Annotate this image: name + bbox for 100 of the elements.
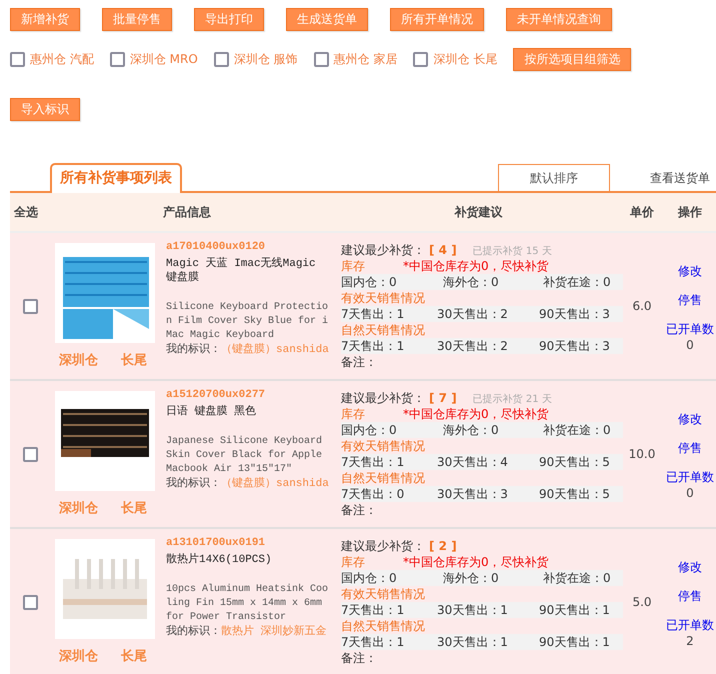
column-header[interactable]: 全选 xyxy=(10,204,55,220)
filter-label[interactable]: 惠州仓 家居 xyxy=(334,51,398,68)
stat-text: 7天售出：0 xyxy=(341,486,406,502)
action-link[interactable]: 修改 xyxy=(678,411,702,428)
action-link[interactable]: 停售 xyxy=(678,440,702,457)
toolbar-button[interactable]: 未开单情况查询 xyxy=(506,8,612,31)
stat-text: 7天售出：1 xyxy=(341,634,406,650)
filter-label[interactable]: 惠州仓 汽配 xyxy=(30,51,94,68)
order-count: 0 xyxy=(686,338,694,352)
stat-text: 30天售出：1 xyxy=(437,634,509,650)
product-title: 散热片14X6(10PCS) xyxy=(166,553,273,567)
stat-text: 90天售出：1 xyxy=(539,634,611,650)
product-description: Silicone Keyboard Protection Film Cover Sky Blue for iMac Magic Keyboard xyxy=(166,301,330,343)
action-link[interactable]: 已开单数 xyxy=(666,617,714,634)
sku-link[interactable]: a15120700ux0277 xyxy=(166,389,333,401)
filter-label[interactable]: 深圳仓 MRO xyxy=(130,51,198,68)
product-description: Japanese Silicone Keyboard Skin Cover Black for Apple Macbook Air 13"15"17" xyxy=(166,435,324,477)
suggest-label: 建议最少补货： xyxy=(341,539,425,553)
stat-text: 90天售出：5 xyxy=(539,454,611,470)
stat-text: 海外仓：0 xyxy=(443,274,500,290)
stat-text: 30天售出：4 xyxy=(437,454,509,470)
note-label: 备注： xyxy=(341,650,378,666)
warehouse-label: 深圳仓 xyxy=(59,352,98,369)
sort-button[interactable]: 默认排序 xyxy=(498,164,610,191)
reminder-text: 已提示补货 21 天 xyxy=(472,394,552,405)
action-link[interactable]: 已开单数 xyxy=(666,469,714,486)
section-label: 库存 xyxy=(341,554,366,570)
stat-text: 海外仓：0 xyxy=(443,570,500,586)
stat-text: 30天售出：2 xyxy=(437,338,509,354)
stat-text: 90天售出：3 xyxy=(539,306,611,322)
stat-text: 海外仓：0 xyxy=(443,422,500,438)
sku-link[interactable]: a17010400ux0120 xyxy=(166,241,333,253)
filter-button[interactable]: 按所选项目组筛选 xyxy=(513,48,632,71)
stat-text: 补货在途：0 xyxy=(543,274,612,290)
stat-text: 30天售出：3 xyxy=(437,486,509,502)
checkbox[interactable] xyxy=(10,52,25,67)
toolbar-button[interactable]: 所有开单情况 xyxy=(390,8,484,31)
checkbox[interactable] xyxy=(22,594,38,610)
checkbox[interactable] xyxy=(314,52,329,67)
checkbox[interactable] xyxy=(413,52,428,67)
stat-text: 30天售出：2 xyxy=(437,306,509,322)
price-text: 5.0 xyxy=(632,595,652,609)
price-text: 6.0 xyxy=(632,299,652,313)
checkbox[interactable] xyxy=(22,446,38,462)
suggest-quantity: [ 2 ] xyxy=(429,539,457,553)
group-label: 长尾 xyxy=(121,352,147,369)
toolbar-button[interactable]: 批量停售 xyxy=(102,8,172,31)
filter-label[interactable]: 深圳仓 服饰 xyxy=(234,51,298,68)
price-text: 10.0 xyxy=(628,447,656,461)
action-link[interactable]: 已开单数 xyxy=(666,321,714,338)
stat-text: 国内仓：0 xyxy=(341,570,398,586)
product-title: Magic 天蓝 Imac无线Magic 键盘膜 xyxy=(166,257,317,285)
import-button[interactable]: 导入标识 xyxy=(10,98,80,121)
section-label: 自然天销售情况 xyxy=(341,618,426,634)
action-link[interactable]: 修改 xyxy=(678,559,702,576)
checkbox[interactable] xyxy=(110,52,125,67)
section-label: 自然天销售情况 xyxy=(341,322,426,338)
action-link[interactable]: 停售 xyxy=(678,588,702,605)
warning-text: *中国仓库存为0，尽快补货 xyxy=(403,259,549,273)
checkbox[interactable] xyxy=(22,298,38,314)
group-label: 长尾 xyxy=(121,500,147,517)
toolbar-button[interactable]: 新增补货 xyxy=(10,8,80,31)
stat-text: 补货在途：0 xyxy=(543,570,612,586)
section-label: 有效天销售情况 xyxy=(341,290,426,306)
stat-text: 国内仓：0 xyxy=(341,422,398,438)
tab[interactable]: 所有补货事项列表 xyxy=(50,163,182,193)
tag-label: 我的标识： xyxy=(166,478,221,490)
suggest-label: 建议最少补货： xyxy=(341,391,425,405)
toolbar-button[interactable]: 导出打印 xyxy=(194,8,264,31)
column-header: 补货建议 xyxy=(454,204,502,220)
tag-value: 散热片 深圳妙新五金 xyxy=(221,626,327,638)
tag-label: 我的标识： xyxy=(166,626,221,638)
group-label: 长尾 xyxy=(121,648,147,665)
note-label: 备注： xyxy=(341,502,378,518)
action-link[interactable]: 停售 xyxy=(678,292,702,309)
reminder-text: 已提示补货 15 天 xyxy=(472,246,552,257)
stat-text: 90天售出：1 xyxy=(539,602,611,618)
stat-text: 30天售出：1 xyxy=(437,602,509,618)
filter-label[interactable]: 深圳仓 长尾 xyxy=(433,51,498,68)
warning-text: *中国仓库存为0，尽快补货 xyxy=(403,555,549,569)
section-label: 库存 xyxy=(341,406,366,422)
delivery-link[interactable]: 查看送货单 xyxy=(650,165,716,191)
column-header: 产品信息 xyxy=(163,204,212,220)
order-count: 0 xyxy=(686,486,694,500)
action-link[interactable]: 修改 xyxy=(678,263,702,280)
section-label: 自然天销售情况 xyxy=(341,470,426,486)
tag-value: （键盘膜）sanshida xyxy=(221,478,329,490)
stat-text: 90天售出：3 xyxy=(539,338,611,354)
column-header: 操作 xyxy=(678,204,702,220)
sku-link[interactable]: a13101700ux0191 xyxy=(166,537,333,549)
toolbar-button[interactable]: 生成送货单 xyxy=(286,8,368,31)
checkbox[interactable] xyxy=(214,52,229,67)
product-title: 日语 键盘膜 黑色 xyxy=(166,405,258,419)
section-label: 库存 xyxy=(341,258,366,274)
stat-text: 补货在途：0 xyxy=(543,422,612,438)
warning-text: *中国仓库存为0，尽快补货 xyxy=(403,407,549,421)
suggest-quantity: [ 7 ] xyxy=(429,391,457,405)
warehouse-label: 深圳仓 xyxy=(59,648,98,665)
column-header: 单价 xyxy=(630,204,654,220)
tag-value: （键盘膜）sanshida xyxy=(221,344,329,356)
